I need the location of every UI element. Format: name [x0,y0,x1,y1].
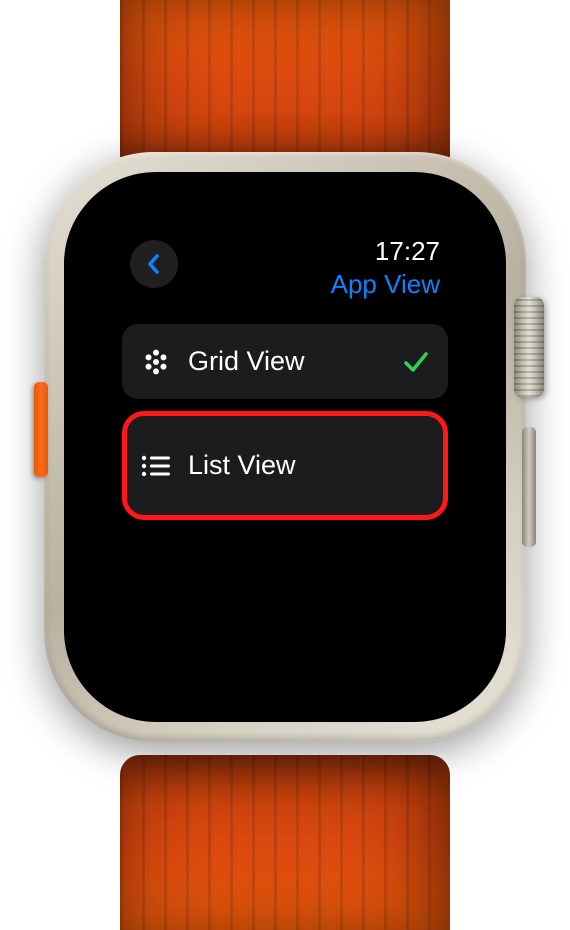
header: 17:27 App View [122,236,448,300]
digital-crown[interactable] [514,297,544,397]
checkmark-icon [402,348,430,376]
back-button[interactable] [130,240,178,288]
page-title: App View [331,269,440,300]
options-list: Grid View [122,324,448,520]
chevron-left-icon [147,254,159,274]
option-label: List View [188,450,430,481]
option-grid-view[interactable]: Grid View [122,324,448,399]
status-time: 17:27 [375,236,440,267]
list-icon [140,452,172,480]
header-right: 17:27 App View [331,236,440,300]
screen-bezel: 17:27 App View [64,172,506,722]
side-button[interactable] [522,427,536,547]
option-list-view[interactable]: List View [122,411,448,520]
watch-band-bottom [120,755,450,930]
watch-band-top [120,0,450,175]
watch-screen: 17:27 App View [102,210,468,684]
option-label: Grid View [188,346,386,377]
watch-case: 17:27 App View [44,152,526,742]
grid-icon [140,348,172,376]
action-button[interactable] [34,382,48,477]
